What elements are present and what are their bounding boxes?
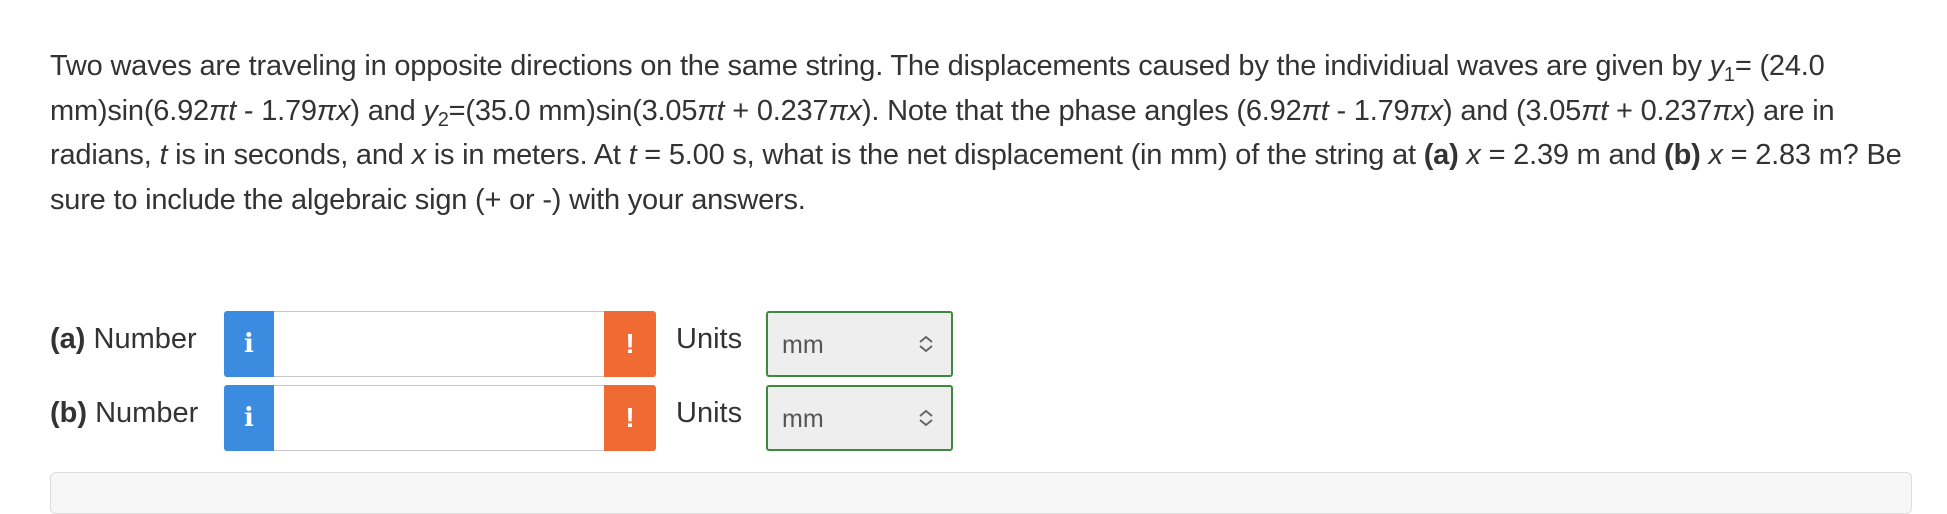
answer-input-b[interactable] bbox=[274, 385, 604, 451]
var-y: y bbox=[1709, 50, 1725, 82]
var-y: y bbox=[423, 94, 438, 127]
answer-row-b: (b) Number i ! Units mm bbox=[50, 385, 1050, 451]
pi-symbol: π bbox=[316, 94, 337, 127]
question-fragment: is in meters. At bbox=[425, 139, 629, 171]
question-fragment: + 0.237 bbox=[1608, 94, 1713, 127]
question-fragment: Two waves are traveling in opposite dire… bbox=[50, 50, 1710, 82]
pi-symbol: π bbox=[208, 94, 229, 127]
part-a-label: (a) bbox=[1423, 139, 1459, 171]
units-select-b[interactable]: mm bbox=[766, 385, 953, 451]
var-x: x bbox=[1731, 94, 1746, 127]
info-icon[interactable]: i bbox=[224, 311, 274, 377]
bottom-panel bbox=[50, 472, 1912, 514]
units-label: Units bbox=[676, 397, 743, 429]
question-fragment: - 1.79 bbox=[236, 94, 317, 127]
var-t: t bbox=[1320, 94, 1329, 127]
var-x: x bbox=[1466, 139, 1481, 171]
var-x: x bbox=[411, 139, 427, 171]
answer-input-a[interactable] bbox=[274, 311, 604, 377]
info-icon[interactable]: i bbox=[224, 385, 274, 451]
var-t: t bbox=[228, 94, 237, 127]
var-t: t bbox=[1600, 94, 1609, 127]
chevron-updown-icon bbox=[919, 335, 933, 353]
units-selected-value: mm bbox=[782, 405, 824, 433]
warning-icon[interactable]: ! bbox=[604, 311, 656, 377]
number-label: Number bbox=[85, 323, 197, 355]
number-label: Number bbox=[87, 397, 199, 429]
question-fragment: =(35.0 mm)sin(3.05 bbox=[448, 94, 698, 127]
warning-icon[interactable]: ! bbox=[604, 385, 656, 451]
question-fragment: ) and bbox=[350, 94, 424, 127]
question-fragment: + 0.237 bbox=[724, 94, 829, 127]
question-fragment: ) and (3.05 bbox=[1443, 94, 1582, 127]
pi-symbol: π bbox=[1712, 94, 1732, 127]
question-fragment: ). Note that the phase angles (6.92 bbox=[861, 94, 1302, 127]
units-select-a[interactable]: mm bbox=[766, 311, 953, 377]
units-label: Units bbox=[676, 323, 743, 355]
pi-symbol: π bbox=[1301, 94, 1321, 127]
answer-label-a: (a) Number bbox=[50, 323, 197, 356]
units-selected-value: mm bbox=[782, 331, 824, 359]
question-fragment: - 1.79 bbox=[1328, 94, 1410, 127]
pi-symbol: π bbox=[1581, 94, 1601, 127]
question-fragment: is in seconds, and bbox=[167, 139, 412, 171]
part-b-label: (b) bbox=[1664, 139, 1701, 171]
question-fragment: = 5.00 s, what is the net displacement (… bbox=[636, 139, 1424, 171]
pi-symbol: π bbox=[1409, 94, 1429, 127]
pi-symbol: π bbox=[697, 94, 717, 127]
var-x: x bbox=[847, 94, 863, 127]
var-x: x bbox=[1428, 94, 1444, 127]
question-fragment: = 2.39 m and bbox=[1480, 139, 1665, 171]
answer-label-b: (b) Number bbox=[50, 397, 198, 430]
chevron-updown-icon bbox=[919, 409, 933, 427]
part-label: (a) bbox=[50, 323, 86, 355]
subscript: 1 bbox=[1723, 64, 1735, 86]
pi-symbol: π bbox=[828, 94, 848, 127]
part-label: (b) bbox=[50, 397, 88, 429]
subscript: 2 bbox=[437, 108, 449, 131]
var-x: x bbox=[1708, 139, 1723, 171]
var-x: x bbox=[336, 94, 351, 127]
question-text: Two waves are traveling in opposite dire… bbox=[50, 44, 1910, 222]
answer-row-a: (a) Number i ! Units mm bbox=[50, 311, 1050, 377]
